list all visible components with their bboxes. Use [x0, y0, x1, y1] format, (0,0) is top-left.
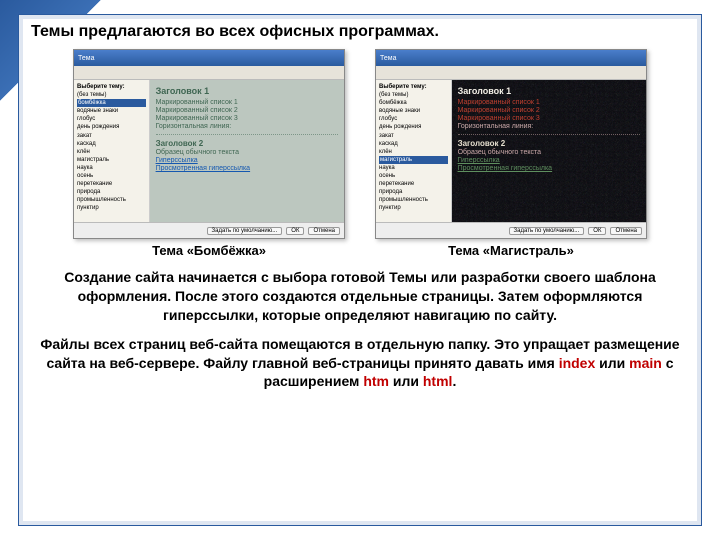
preview-visited-link: Просмотренная гиперссылка [458, 165, 640, 172]
theme-option[interactable]: водяные знаки [77, 107, 146, 115]
screenshot-row: Тема Выберите тему:(без темы)бомбёжкавод… [31, 49, 689, 258]
theme-option[interactable]: перетекание [379, 180, 448, 188]
preview-text: Образец обычного текста [156, 149, 338, 156]
theme-option[interactable]: закат [379, 132, 448, 140]
screenshot-magistral: Тема Выберите тему:(без темы)бомбёжкавод… [375, 49, 647, 258]
theme-option[interactable]: день рождения [379, 123, 448, 131]
preview-bullet: Маркированный список 3 [458, 115, 640, 122]
theme-option[interactable]: клён [379, 148, 448, 156]
preview-link: Гиперссылка [458, 157, 640, 164]
caption-bombezhka: Тема «Бомбёжка» [152, 243, 266, 258]
theme-option[interactable]: осень [77, 172, 146, 180]
dialog-footer: Задать по умолчанию... ОК Отмена [74, 222, 344, 238]
dialog-footer: Задать по умолчанию... ОК Отмена [376, 222, 646, 238]
preview-bullet: Маркированный список 3 [156, 115, 338, 122]
theme-option[interactable]: магистраль [77, 156, 146, 164]
preview-pane: Заголовок 1 Маркированный список 1 Марки… [452, 80, 646, 222]
preview-link: Гиперссылка [156, 157, 338, 164]
kw-index: index [559, 355, 596, 371]
ok-button[interactable]: ОК [588, 227, 606, 235]
screenshot-bombezhka: Тема Выберите тему:(без темы)бомбёжкавод… [73, 49, 345, 258]
preview-pane: Заголовок 1 Маркированный список 1 Марки… [150, 80, 344, 222]
preview-bullet: Маркированный список 1 [458, 99, 640, 106]
caption-magistral: Тема «Магистраль» [448, 243, 574, 258]
theme-option[interactable]: бомбёжка [77, 99, 146, 107]
preview-bullet: Маркированный список 2 [156, 107, 338, 114]
preview-h2: Заголовок 2 [156, 139, 338, 148]
cancel-button[interactable]: Отмена [308, 227, 340, 235]
theme-option[interactable]: природа [379, 188, 448, 196]
preview-hr-label: Горизонтальная линия: [458, 123, 640, 130]
preview-text: Образец обычного текста [458, 149, 640, 156]
theme-option[interactable]: перетекание [77, 180, 146, 188]
paragraph-2: Файлы всех страниц веб-сайта помещаются … [35, 335, 685, 392]
theme-option[interactable]: промышленность [379, 196, 448, 204]
theme-option[interactable]: наука [379, 164, 448, 172]
paragraph-1: Создание сайта начинается с выбора готов… [35, 268, 685, 325]
theme-option[interactable]: пунктир [77, 204, 146, 212]
win-title: Тема [376, 50, 646, 66]
theme-option[interactable]: каскад [77, 140, 146, 148]
theme-option[interactable]: магистраль [379, 156, 448, 164]
kw-html: html [423, 373, 453, 389]
theme-list: Выберите тему:(без темы)бомбёжкаводяные … [74, 80, 150, 222]
apply-button[interactable]: Задать по умолчанию... [207, 227, 283, 235]
theme-option[interactable]: клён [77, 148, 146, 156]
toolbar [74, 66, 344, 80]
preview-h1: Заголовок 1 [458, 86, 640, 96]
theme-list: Выберите тему:(без темы)бомбёжкаводяные … [376, 80, 452, 222]
kw-main: main [629, 355, 662, 371]
win-title: Тема [74, 50, 344, 66]
cancel-button[interactable]: Отмена [610, 227, 642, 235]
theme-option[interactable]: день рождения [77, 123, 146, 131]
theme-option[interactable]: каскад [379, 140, 448, 148]
preview-bullet: Маркированный список 2 [458, 107, 640, 114]
theme-option[interactable]: (без темы) [379, 91, 448, 99]
theme-option[interactable]: промышленность [77, 196, 146, 204]
preview-h1: Заголовок 1 [156, 86, 338, 96]
theme-option[interactable]: пунктир [379, 204, 448, 212]
preview-h2: Заголовок 2 [458, 139, 640, 148]
page-title: Темы предлагаются во всех офисных програ… [31, 23, 689, 41]
text: . [452, 373, 456, 389]
toolbar [376, 66, 646, 80]
theme-option[interactable]: закат [77, 132, 146, 140]
theme-option[interactable]: глобус [77, 115, 146, 123]
theme-option[interactable]: (без темы) [77, 91, 146, 99]
kw-htm: htm [363, 373, 389, 389]
theme-option[interactable]: природа [77, 188, 146, 196]
ok-button[interactable]: ОК [286, 227, 304, 235]
theme-option[interactable]: бомбёжка [379, 99, 448, 107]
preview-bullet: Маркированный список 1 [156, 99, 338, 106]
text: или [389, 373, 423, 389]
theme-option[interactable]: осень [379, 172, 448, 180]
theme-option[interactable]: водяные знаки [379, 107, 448, 115]
preview-visited-link: Просмотренная гиперссылка [156, 165, 338, 172]
text: или [595, 355, 629, 371]
theme-option[interactable]: глобус [379, 115, 448, 123]
theme-option[interactable]: наука [77, 164, 146, 172]
preview-hr-label: Горизонтальная линия: [156, 123, 338, 130]
apply-button[interactable]: Задать по умолчанию... [509, 227, 585, 235]
